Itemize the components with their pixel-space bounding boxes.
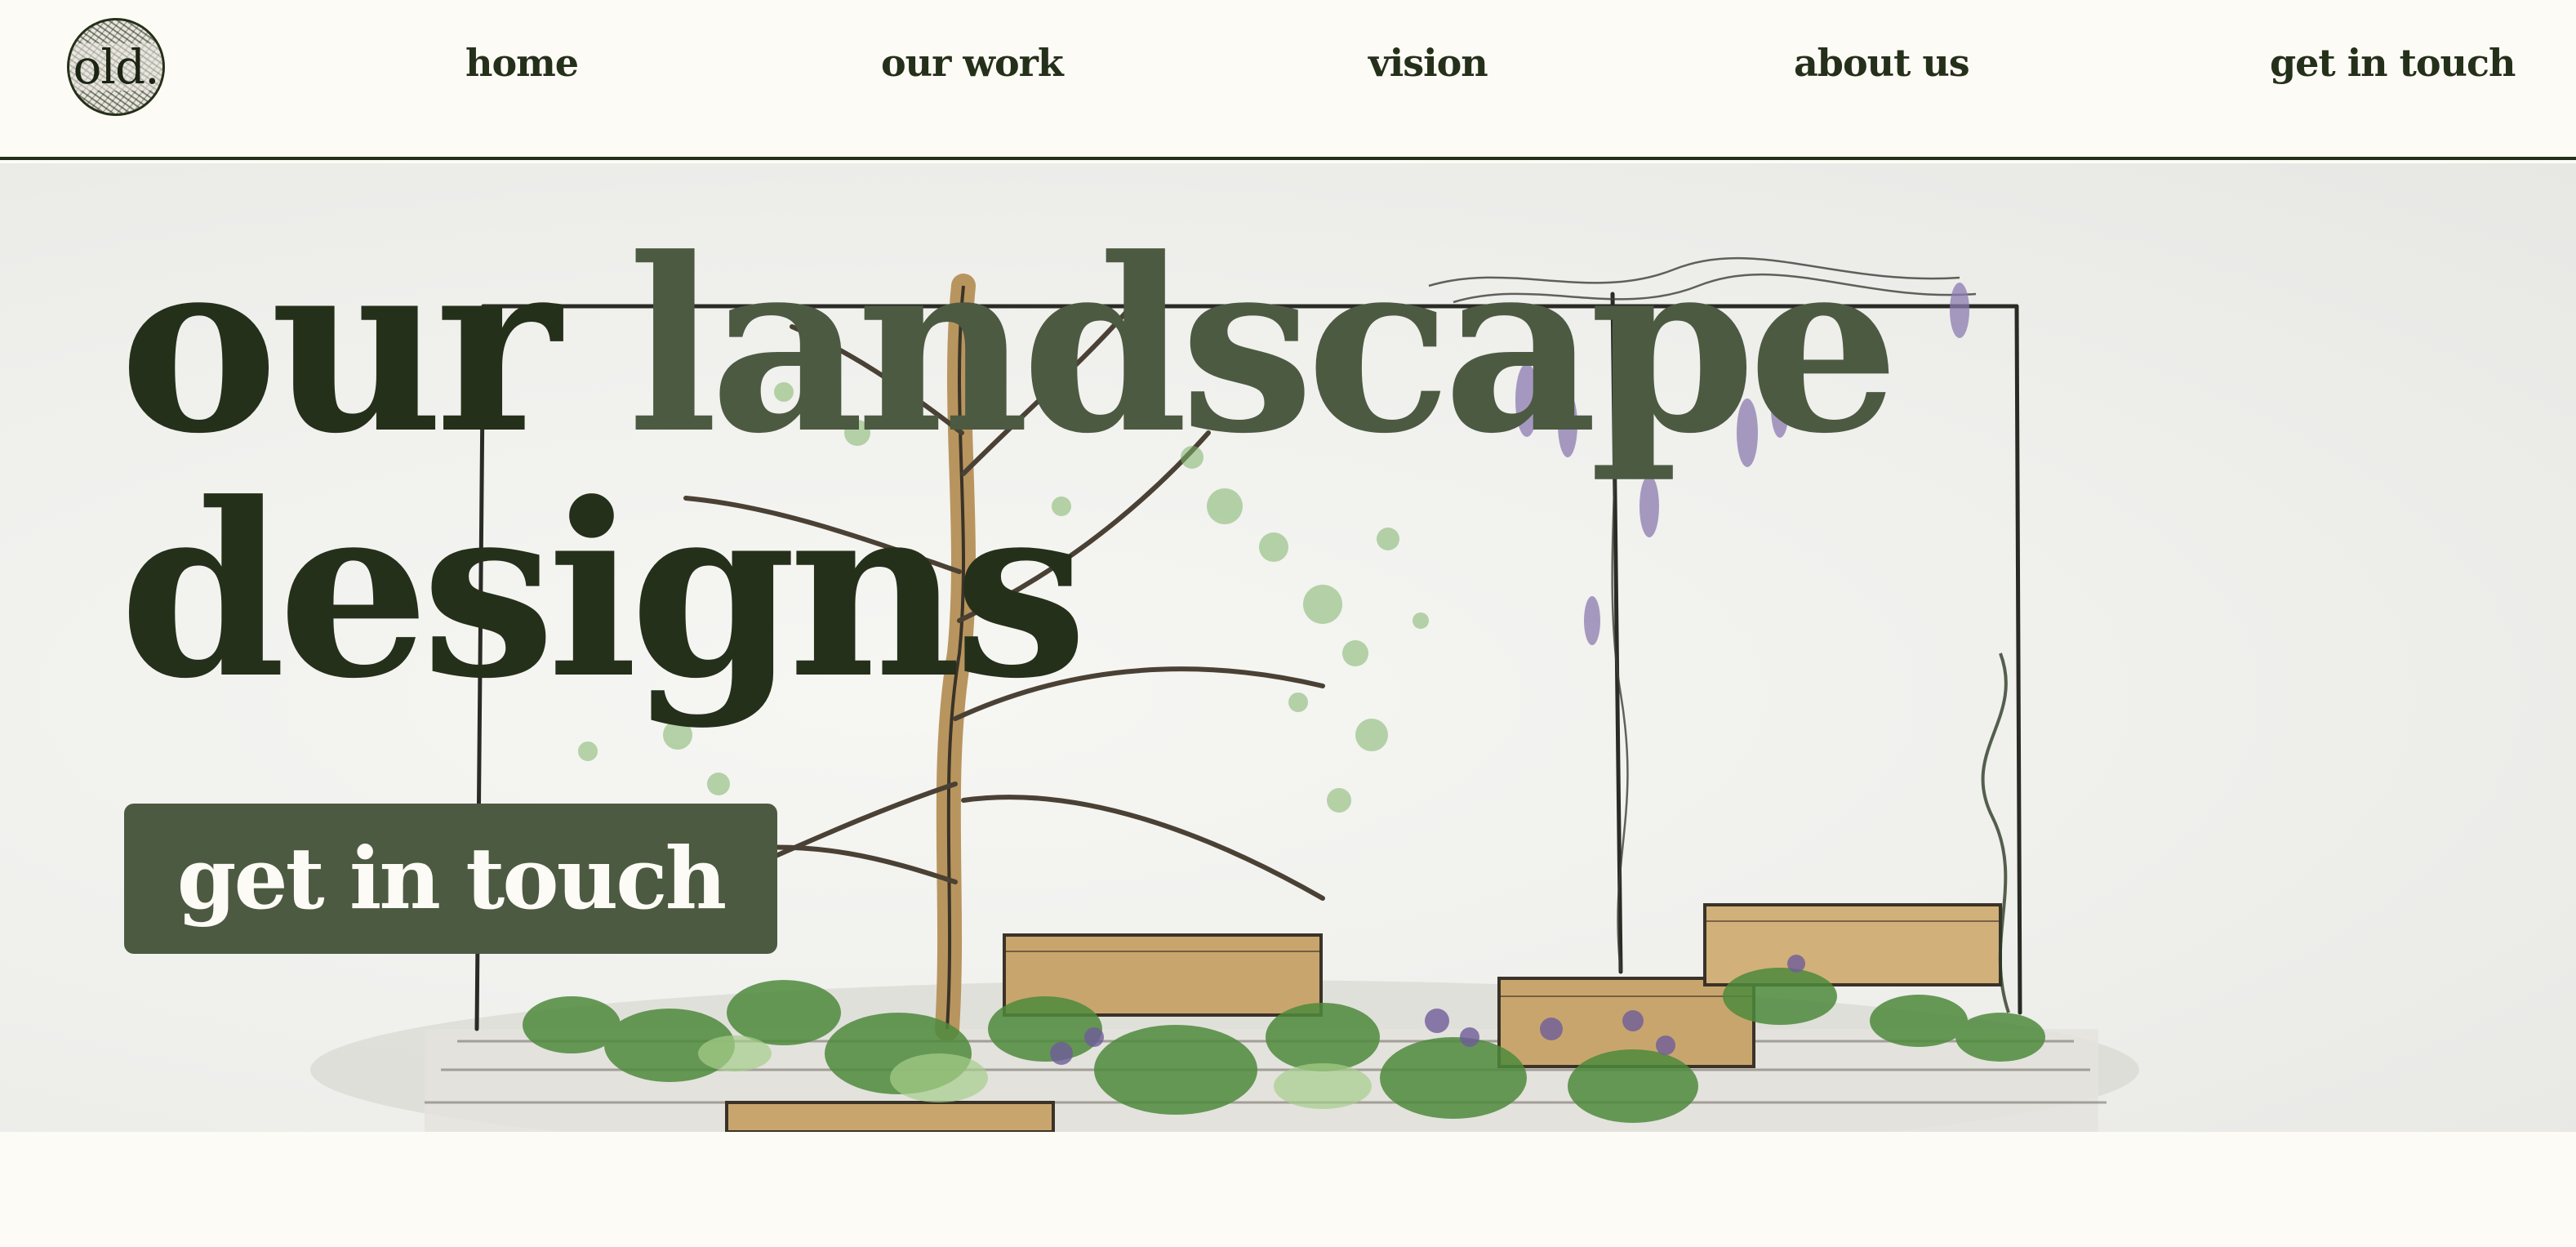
hero-title-word-designs: designs: [119, 451, 1088, 731]
get-in-touch-button[interactable]: get in touch: [124, 804, 777, 954]
nav-about-us[interactable]: about us: [1794, 41, 1970, 86]
page-below-fold: [0, 1132, 2576, 1247]
hero-title: our landscape designs: [119, 224, 1900, 714]
logo[interactable]: old.: [67, 18, 165, 116]
nav-vision[interactable]: vision: [1368, 41, 1488, 86]
nav-home[interactable]: home: [465, 41, 579, 86]
logo-text: old.: [69, 43, 162, 91]
hero-title-word-landscape: landscape: [627, 206, 1900, 486]
hero-section: our landscape designs get in touch: [0, 163, 2576, 1132]
nav-get-in-touch[interactable]: get in touch: [2270, 41, 2516, 86]
site-header: old. home our work vision about us get i…: [0, 0, 2576, 160]
hero-title-word-our: our: [119, 206, 561, 486]
nav-our-work[interactable]: our work: [881, 41, 1064, 86]
